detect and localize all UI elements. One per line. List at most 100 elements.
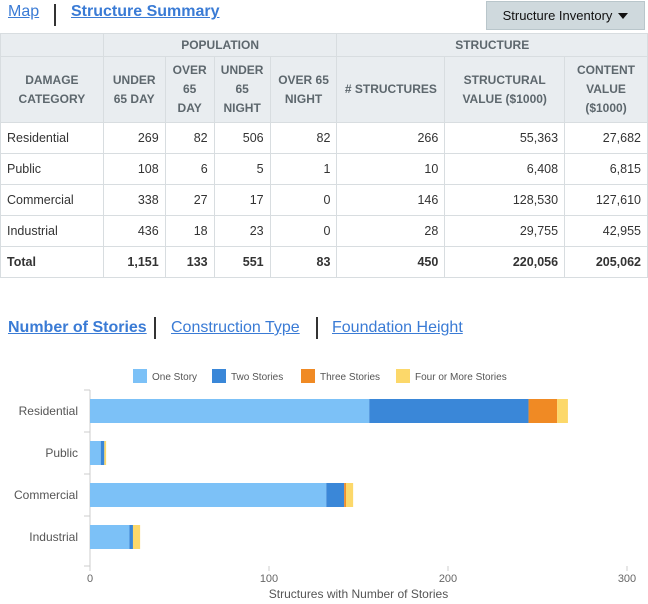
table-header-row: DAMAGE CATEGORY UNDER 65 DAY OVER 65 DAY… — [0, 56, 648, 123]
cell-under-65-night: 506 — [213, 122, 271, 154]
col-under-65-day: UNDER 65 DAY — [102, 56, 166, 123]
bar-segment — [369, 399, 529, 423]
tab-foundation-height[interactable]: Foundation Height — [332, 319, 463, 337]
cell-under-65-night: 23 — [213, 215, 271, 247]
top-nav: Map Structure Summary Structure Inventor… — [0, 0, 648, 33]
tab-divider — [316, 317, 318, 339]
bar-segment — [90, 441, 101, 465]
x-tick-label: 0 — [87, 573, 93, 585]
cell-content-value: 205,062 — [564, 246, 648, 278]
col-damage-category: DAMAGE CATEGORY — [0, 56, 104, 123]
table-group-header-row: POPULATION STRUCTURE — [0, 33, 648, 57]
cell-structures: 450 — [336, 246, 446, 278]
cell-category: Total — [0, 246, 104, 278]
structure-summary-link[interactable]: Structure Summary — [71, 3, 220, 21]
cell-structural-value: 29,755 — [444, 215, 566, 247]
cell-structural-value: 128,530 — [444, 184, 566, 216]
col-under-65-night: UNDER 65 NIGHT — [213, 56, 271, 123]
cell-over-65-day: 6 — [164, 153, 215, 185]
category-label: Public — [45, 446, 78, 460]
category-label: Residential — [19, 404, 78, 418]
cell-over-65-day: 82 — [164, 122, 215, 154]
cell-content-value: 127,610 — [564, 184, 648, 216]
cell-structures: 28 — [336, 215, 446, 247]
col-over-65-night: OVER 65 NIGHT — [269, 56, 338, 123]
cell-under-65-day: 1,151 — [102, 246, 166, 278]
legend-label: Three Stories — [320, 372, 380, 383]
cell-structural-value: 6,408 — [444, 153, 566, 185]
cell-over-65-day: 18 — [164, 215, 215, 247]
structure-inventory-dropdown[interactable]: Structure Inventory — [486, 1, 645, 30]
cell-under-65-night: 17 — [213, 184, 271, 216]
bar-segment — [129, 525, 133, 549]
col-structural-value: STRUCTURAL VALUE ($1000) — [444, 56, 566, 123]
bar-segment — [326, 483, 345, 507]
table-row: Public 108 6 5 1 10 6,408 6,815 — [0, 153, 648, 185]
cell-category: Public — [0, 153, 104, 185]
nav-divider — [54, 4, 56, 26]
legend-swatch — [396, 369, 410, 383]
stories-chart: One Story Two Stories Three Stories Four or… — [14, 369, 636, 601]
category-label: Commercial — [14, 488, 78, 502]
bar-segment — [90, 483, 327, 507]
structure-group-header: STRUCTURE — [336, 33, 648, 57]
legend-swatch — [133, 369, 147, 383]
cell-over-65-night: 0 — [269, 215, 338, 247]
cell-over-65-night: 0 — [269, 184, 338, 216]
bar-segment — [90, 399, 370, 423]
table-row: Residential 269 82 506 82 266 55,363 27,… — [0, 122, 648, 154]
bar-segment — [528, 399, 558, 423]
cell-over-65-day: 133 — [164, 246, 215, 278]
col-over-65-day: OVER 65 DAY — [164, 56, 215, 123]
col-content-value: CONTENT VALUE ($1000) — [564, 56, 648, 123]
bar-segment — [344, 483, 346, 507]
legend-swatch — [212, 369, 226, 383]
cell-under-65-day: 108 — [102, 153, 166, 185]
cell-under-65-night: 551 — [213, 246, 271, 278]
bar-segment — [104, 441, 107, 465]
tab-number-of-stories[interactable]: Number of Stories — [8, 319, 147, 337]
legend-label: Four or More Stories — [415, 372, 507, 383]
cell-structures: 146 — [336, 184, 446, 216]
cell-structural-value: 220,056 — [444, 246, 566, 278]
x-tick-label: 200 — [439, 573, 457, 585]
table-row: Commercial 338 27 17 0 146 128,530 127,6… — [0, 184, 648, 216]
tab-construction-type[interactable]: Construction Type — [171, 319, 300, 337]
chart-tabs: Number of Stories Construction Type Foun… — [0, 315, 648, 343]
bar-segment — [557, 399, 568, 423]
cell-over-65-day: 27 — [164, 184, 215, 216]
tab-divider — [154, 317, 156, 339]
x-axis-label: Structures with Number of Stories — [269, 587, 448, 601]
cell-under-65-day: 436 — [102, 215, 166, 247]
cell-content-value: 27,682 — [564, 122, 648, 154]
category-label: Industrial — [29, 530, 78, 544]
cell-category: Industrial — [0, 215, 104, 247]
dropdown-label: Structure Inventory — [502, 8, 613, 23]
bar-segment — [90, 525, 130, 549]
table-total-row: Total 1,151 133 551 83 450 220,056 205,0… — [0, 246, 648, 278]
col-structures: # STRUCTURES — [336, 56, 446, 123]
bar-segment — [345, 483, 354, 507]
map-link[interactable]: Map — [8, 3, 39, 21]
structure-summary-table: POPULATION STRUCTURE DAMAGE CATEGORY UND… — [0, 33, 648, 278]
legend-label: Two Stories — [231, 372, 283, 383]
cell-over-65-night: 83 — [269, 246, 338, 278]
table-row: Industrial 436 18 23 0 28 29,755 42,955 — [0, 215, 648, 247]
cell-under-65-night: 5 — [213, 153, 271, 185]
cell-content-value: 42,955 — [564, 215, 648, 247]
cell-category: Commercial — [0, 184, 104, 216]
x-tick-label: 300 — [618, 573, 636, 585]
cell-under-65-day: 338 — [102, 184, 166, 216]
table-group-header-blank — [0, 33, 104, 57]
caret-down-icon — [618, 12, 629, 19]
cell-structures: 266 — [336, 122, 446, 154]
population-group-header: POPULATION — [102, 33, 338, 57]
x-tick-label: 100 — [260, 573, 278, 585]
cell-content-value: 6,815 — [564, 153, 648, 185]
cell-over-65-night: 1 — [269, 153, 338, 185]
cell-under-65-day: 269 — [102, 122, 166, 154]
bar-segment — [132, 525, 141, 549]
cell-over-65-night: 82 — [269, 122, 338, 154]
bar-segment — [100, 441, 105, 465]
legend-swatch — [301, 369, 315, 383]
